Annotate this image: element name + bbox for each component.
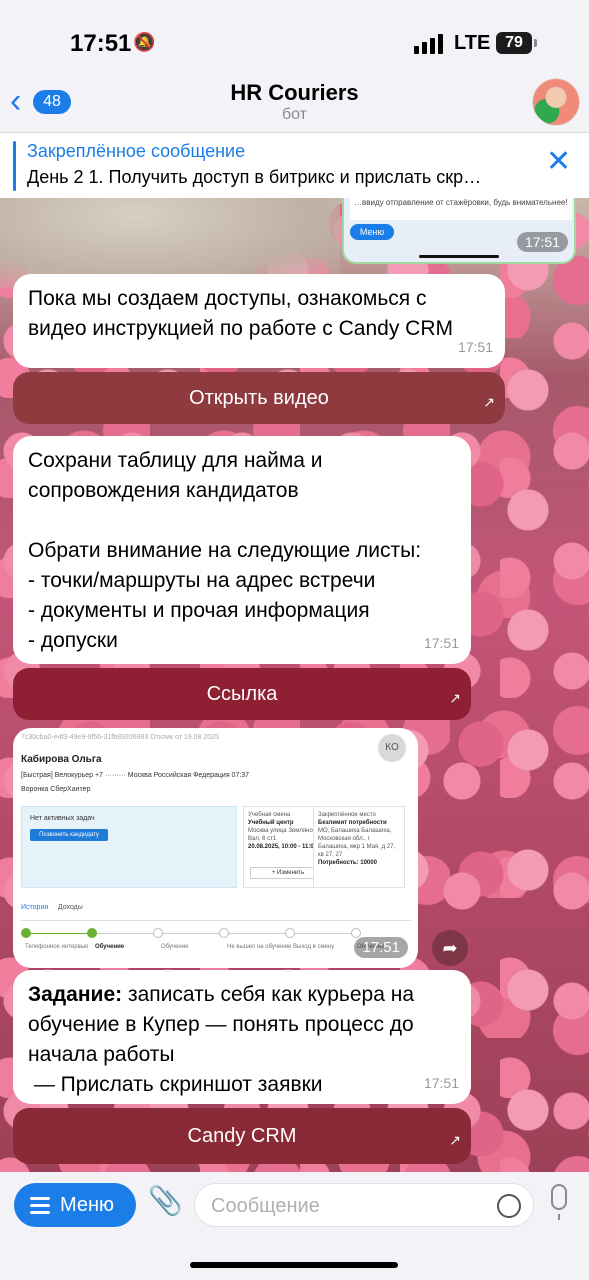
button-label: Открыть видео (189, 387, 329, 409)
crm-tab-income: Доходы (57, 904, 83, 911)
crm-step-label: Телефонное интервью (25, 944, 89, 950)
crm-meta: 7c30cba0-e4f3-49e9-9f56-31fb89206983 Отк… (21, 734, 219, 741)
link-button[interactable]: Ссылка ↗ (13, 668, 471, 720)
crm-tab-history: История (21, 904, 49, 911)
status-bar: 17:51 🔕 LTE 79 (0, 0, 589, 80)
crm-task-panel: Нет активных задач Позвонить кандидату (21, 806, 237, 888)
previous-image-menu: Меню (350, 224, 394, 240)
home-indicator (190, 1262, 398, 1268)
crm-progress (21, 928, 381, 940)
external-link-icon: ↗ (449, 1132, 461, 1148)
microphone-icon[interactable] (551, 1184, 567, 1220)
message-text: Пока мы создаем доступы, ознакомься с ви… (28, 287, 453, 340)
menu-button[interactable]: Меню (14, 1183, 136, 1227)
message-text: Сохрани таблицу для найма и сопровождени… (28, 449, 422, 652)
card-name: Безлимит потребности (318, 820, 387, 826)
pinned-text: День 2 1. Получить доступ в битрикс и пр… (27, 167, 482, 187)
crm-step-label: Выход в смену (293, 944, 335, 950)
crm-candidate-info: [Быстрая] Велокурьер +7 ········· Москва… (21, 772, 250, 779)
card-need: Потребность: 10000 (318, 860, 377, 866)
avatar[interactable] (532, 78, 580, 126)
pinned-message-bar[interactable]: Закреплённое сообщение День 2 1. Получит… (0, 132, 589, 198)
crm-task-label: Нет активных задач (30, 815, 95, 822)
pinned-title: Закреплённое сообщение (27, 141, 246, 161)
crm-candidate-name: Кабирова Ольга (21, 754, 102, 765)
crm-place-card: Закреплённое место Безлимит потребности … (313, 806, 405, 888)
hamburger-icon (30, 1197, 50, 1218)
progress-step-dot (153, 928, 163, 938)
screenshot-image-message[interactable]: 7c30cba0-e4f3-49e9-9f56-31fb89206983 Отк… (13, 728, 418, 968)
crm-avatar: КО (378, 734, 406, 762)
bot-message: Пока мы создаем доступы, ознакомься с ви… (13, 274, 505, 368)
previous-image-homebar (419, 255, 499, 258)
crm-divider (21, 920, 411, 921)
previous-image-message[interactable]: …ввиду отправление от стажёровки, будь в… (342, 198, 576, 264)
close-icon[interactable]: ✕ (546, 147, 571, 177)
progress-step-dot (351, 928, 361, 938)
message-time: 17:51 (457, 339, 493, 355)
menu-button-label: Меню (60, 1194, 115, 1216)
pinned-accent-bar (13, 141, 16, 191)
bot-message: Задание: записать себя как курьера на об… (13, 970, 471, 1104)
chat-title[interactable]: HR Couriers (0, 80, 589, 106)
attach-paperclip-icon[interactable]: 📎 (148, 1184, 183, 1217)
crm-funnel: Воронка СберХантер (21, 786, 91, 793)
candy-crm-button[interactable]: Candy CRM ↗ (13, 1108, 471, 1164)
open-video-button[interactable]: Открыть видео ↗ (13, 372, 505, 424)
progress-step-dot (219, 928, 229, 938)
message-bold-label: Задание: (28, 983, 123, 1006)
previous-image-text: …ввиду отправление от стажёровки, будь в… (350, 198, 572, 220)
progress-step-dot (87, 928, 97, 938)
crm-step-label: Обучение (95, 944, 125, 950)
progress-step-dot (21, 928, 31, 938)
card-date: 20.08.2025, 10:00 - 11:00 (248, 844, 318, 850)
chat-subtitle: бот (281, 106, 308, 123)
card-name: Учебный центр (248, 820, 294, 826)
button-label: Ссылка (206, 683, 278, 705)
crm-step-label: Не вышел на обучение (227, 944, 292, 950)
external-link-icon: ↗ (449, 690, 461, 706)
status-time: 17:51 (70, 30, 132, 57)
message-time: 17:51 (423, 1075, 459, 1091)
bot-message: Сохрани таблицу для найма и сопровождени… (13, 436, 471, 664)
message-time: 17:51 (423, 635, 459, 651)
message-input[interactable] (211, 1192, 481, 1220)
progress-step-dot (285, 928, 295, 938)
card-address: МО, Балашиха Балашиха, Московская обл., … (318, 828, 396, 858)
sticker-icon[interactable] (497, 1194, 521, 1218)
muted-bell-icon: 🔕 (133, 32, 156, 52)
crm-call-button: Позвонить кандидату (30, 829, 108, 841)
chat-header: ‹ 48 HR Couriers бот (0, 70, 589, 132)
network-label: LTE (454, 32, 491, 54)
battery-icon: 79 (496, 32, 537, 54)
progress-fill (25, 933, 91, 934)
external-link-icon: ↗ (483, 394, 495, 410)
message-field[interactable] (194, 1183, 534, 1227)
card-title: Закреплённое место (318, 812, 376, 818)
button-label: Candy CRM (187, 1125, 297, 1147)
share-icon[interactable]: ➦ (432, 930, 468, 966)
crm-tabs: История Доходы (21, 904, 83, 911)
message-input-bar: Меню 📎 (0, 1172, 589, 1280)
message-time: 17:51 (516, 232, 568, 252)
message-time: 17:51 (354, 937, 408, 958)
signal-icon (414, 34, 443, 54)
crm-step-label: Обучение (161, 944, 189, 950)
